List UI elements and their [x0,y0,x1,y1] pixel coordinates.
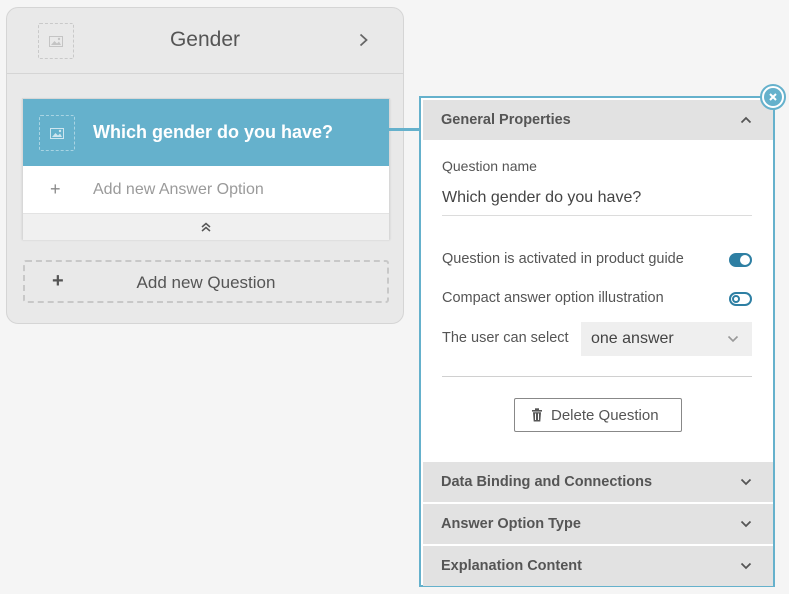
connector-line [389,128,420,131]
add-answer-option-button[interactable]: + Add new Answer Option [23,166,389,214]
question-name-input[interactable] [442,180,752,216]
add-question-button[interactable]: + Add new Question [23,260,389,303]
group-title: Gender [169,28,241,51]
properties-panel: General Properties Question name Questio… [419,96,775,587]
close-panel-button[interactable] [760,84,786,110]
trash-icon [532,408,542,422]
chevron-down-icon [739,517,753,531]
add-question-label: Add new Question [136,273,276,292]
image-placeholder-icon[interactable] [39,115,75,151]
section-title: General Properties [441,112,571,128]
compact-label: Compact answer option illustration [442,290,664,306]
add-answer-option-label: Add new Answer Option [93,181,264,198]
section-title: Answer Option Type [441,516,581,532]
section-general-properties[interactable]: General Properties [423,100,773,140]
section-title: Explanation Content [441,558,582,574]
activated-toggle[interactable] [729,253,752,267]
chevron-up-icon [739,113,753,127]
plus-icon: + [50,179,61,199]
close-icon [764,88,782,106]
activated-label: Question is activated in product guide [442,251,684,267]
selection-mode-row: The user can select one answer [442,322,752,356]
divider [442,376,752,377]
delete-question-button[interactable]: Delete Question [514,398,682,432]
question-header[interactable]: Which gender do you have? [23,99,389,166]
section-explanation-content[interactable]: Explanation Content [423,546,773,586]
section-title: Data Binding and Connections [441,474,653,490]
question-name-label: Question name [442,158,537,174]
compact-row: Compact answer option illustration [442,287,752,311]
chevron-right-icon[interactable] [356,30,370,50]
question-group-card: Gender Which gender do you have? + Add n… [6,7,404,324]
collapse-question-button[interactable] [23,214,389,240]
selection-mode-label: The user can select [442,330,569,346]
section-answer-option-type[interactable]: Answer Option Type [423,504,773,544]
delete-question-label: Delete Question [551,407,659,424]
chevron-down-icon [739,475,753,489]
question-title: Which gender do you have? [93,122,334,142]
chevron-down-icon [739,559,753,573]
double-chevron-up-icon [201,222,211,232]
section-data-binding[interactable]: Data Binding and Connections [423,462,773,502]
compact-toggle[interactable] [729,292,752,306]
selection-mode-value: one answer [591,330,674,347]
group-header[interactable]: Gender [7,8,403,74]
selection-mode-select[interactable]: one answer [581,322,752,356]
chevron-down-icon [726,333,740,345]
question-card[interactable]: Which gender do you have? + Add new Answ… [22,98,390,240]
activated-row: Question is activated in product guide [442,248,752,272]
